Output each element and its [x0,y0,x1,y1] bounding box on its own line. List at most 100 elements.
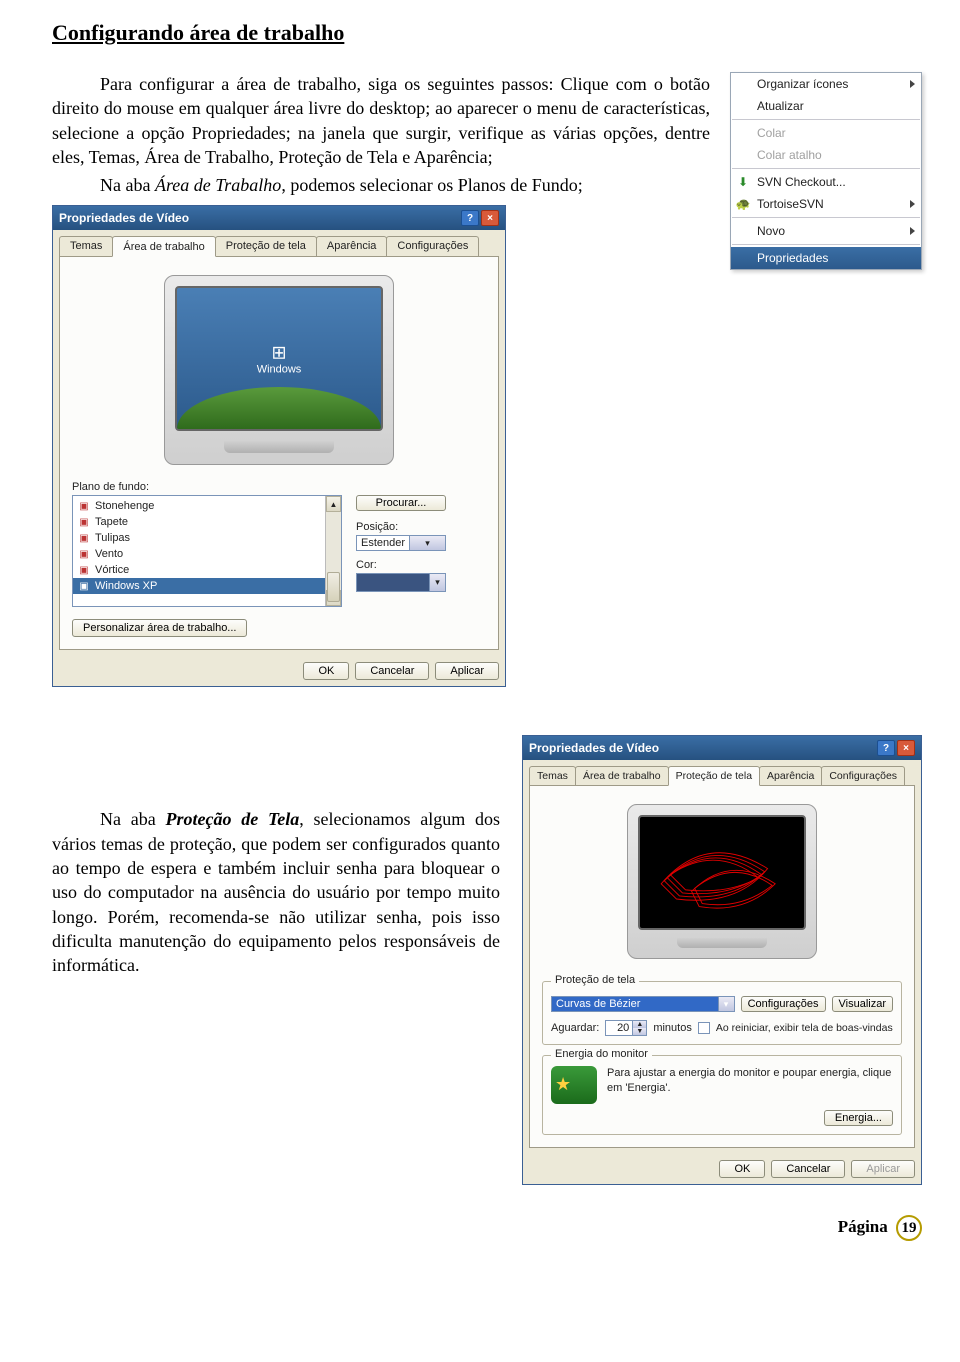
display-properties-dialog: Propriedades de Vídeo ? × Temas Área de … [52,205,506,687]
text-fragment: Na aba [100,175,155,195]
menu-refresh[interactable]: Atualizar [731,95,921,117]
menu-item-label: Organizar ícones [757,77,848,91]
dialog-titlebar[interactable]: Propriedades de Vídeo ? × [53,206,505,230]
menu-separator [732,119,920,120]
chevron-right-icon [910,80,915,88]
tab-protecao[interactable]: Proteção de tela [668,766,760,786]
text-fragment: , podemos selecionar os Planos de Fundo; [281,175,582,195]
wait-minutes-spinner[interactable]: 20 ▲ ▼ [605,1020,647,1036]
group-legend: Energia do monitor [551,1048,652,1060]
apply-button[interactable]: Aplicar [435,662,499,680]
menu-item-label: Colar atalho [757,148,822,162]
image-file-icon: ▣ [77,499,91,513]
monitor-preview [627,804,817,959]
menu-separator [732,168,920,169]
tortoise-icon: 🐢 [735,196,751,212]
spinner-up[interactable]: ▲ [633,1021,646,1028]
list-item[interactable]: ▣Tulipas [73,530,325,546]
text-fragment: , selecionamos algum dos vários temas de… [52,809,500,975]
menu-paste: Colar [731,122,921,144]
body-paragraph-1: Para configurar a área de trabalho, siga… [52,72,710,169]
page-footer: Página 19 [52,1215,922,1241]
customize-desktop-button[interactable]: Personalizar área de trabalho... [72,619,247,637]
screensaver-preview-graphic [646,823,798,929]
position-combo[interactable]: Estender ▾ [356,535,446,551]
body-paragraph-1b: Na aba Área de Trabalho, podemos selecio… [52,173,710,197]
chevron-down-icon[interactable]: ▾ [429,574,445,591]
image-file-icon: ▣ [77,579,91,593]
footer-label: Página [838,1217,888,1236]
menu-organize-icons[interactable]: Organizar ícones [731,73,921,95]
screensaver-settings-button[interactable]: Configurações [741,996,826,1012]
monitor-preview: ⊞Windows [164,275,394,465]
cancel-button[interactable]: Cancelar [355,662,429,680]
menu-properties[interactable]: Propriedades [731,247,921,269]
tab-area-trabalho[interactable]: Área de trabalho [112,236,215,257]
close-button[interactable]: × [897,740,915,756]
image-file-icon: ▣ [77,547,91,561]
svn-checkout-icon: ⬇ [735,174,751,190]
menu-separator [732,217,920,218]
page-title: Configurando área de trabalho [52,20,922,46]
scrollbar[interactable]: ▲ ▼ [325,496,341,606]
list-item-selected[interactable]: ▣ Windows XP [73,578,325,594]
menu-new[interactable]: Novo [731,220,921,242]
menu-tortoise-svn[interactable]: 🐢 TortoiseSVN [731,193,921,215]
spinner-value: 20 [606,1021,632,1035]
menu-paste-shortcut: Colar atalho [731,144,921,166]
tab-strip: Temas Área de trabalho Proteção de tela … [53,230,505,256]
ok-button[interactable]: OK [303,662,349,680]
color-label: Cor: [356,559,486,571]
tab-protecao[interactable]: Proteção de tela [215,236,317,256]
body-paragraph-2: Na aba Proteção de Tela, selecionamos al… [52,807,500,977]
wait-label: Aguardar: [551,1022,599,1034]
spinner-down[interactable]: ▼ [633,1028,646,1035]
color-combo[interactable]: ▾ [356,573,446,592]
help-button[interactable]: ? [461,210,479,226]
tab-area-trabalho[interactable]: Área de trabalho [575,766,669,785]
chevron-right-icon [910,227,915,235]
close-button[interactable]: × [481,210,499,226]
energy-button[interactable]: Energia... [824,1110,893,1126]
menu-item-label: Propriedades [757,251,828,265]
help-button[interactable]: ? [877,740,895,756]
chevron-down-icon[interactable]: ▾ [718,997,734,1011]
list-item[interactable]: ▣ Stonehenge [73,498,325,514]
list-item[interactable]: ▣Vórtice [73,562,325,578]
list-item-label: Stonehenge [95,500,154,512]
menu-svn-checkout[interactable]: ⬇ SVN Checkout... [731,171,921,193]
scroll-thumb[interactable] [327,572,340,602]
ok-button[interactable]: OK [719,1160,765,1178]
chevron-down-icon[interactable]: ▾ [409,536,445,550]
dialog-title: Propriedades de Vídeo [59,211,189,225]
energy-star-icon [551,1066,597,1104]
tab-aparencia[interactable]: Aparência [316,236,388,256]
scroll-up-button[interactable]: ▲ [326,496,341,512]
list-item[interactable]: ▣Tapete [73,514,325,530]
menu-item-label: SVN Checkout... [757,175,846,189]
text-fragment-bold-italic: Proteção de Tela [165,809,299,829]
apply-button: Aplicar [851,1160,915,1178]
welcome-checkbox[interactable] [698,1022,710,1034]
chevron-right-icon [910,200,915,208]
tab-strip: Temas Área de trabalho Proteção de tela … [523,760,921,785]
dialog-titlebar[interactable]: Propriedades de Vídeo ? × [523,736,921,760]
text-fragment-italic: Área de Trabalho [155,175,281,195]
list-item-label: Windows XP [95,580,157,592]
tab-config[interactable]: Configurações [386,236,479,256]
background-listbox[interactable]: ▣ Stonehenge ▣Tapete ▣Tulipas ▣Vento ▣Vór… [72,495,342,607]
combo-value: Estender [357,536,409,550]
screensaver-preview-button[interactable]: Visualizar [832,996,894,1012]
tab-aparencia[interactable]: Aparência [759,766,822,785]
page-number: 19 [896,1215,922,1241]
menu-item-label: Atualizar [757,99,804,113]
desktop-context-menu: Organizar ícones Atualizar Colar Colar a… [730,72,922,270]
list-item[interactable]: ▣Vento [73,546,325,562]
screensaver-combo[interactable]: Curvas de Bézier ▾ [551,996,735,1012]
tab-config[interactable]: Configurações [821,766,905,785]
dialog-title: Propriedades de Vídeo [529,741,659,755]
cancel-button[interactable]: Cancelar [771,1160,845,1178]
tab-temas[interactable]: Temas [529,766,576,785]
browse-button[interactable]: Procurar... [356,495,446,511]
tab-temas[interactable]: Temas [59,236,113,256]
